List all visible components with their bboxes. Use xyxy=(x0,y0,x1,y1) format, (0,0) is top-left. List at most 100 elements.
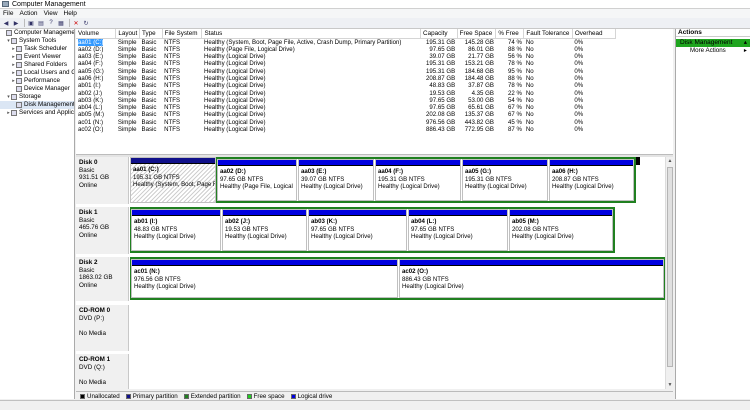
partition-block[interactable]: ab01 (I:) 48.83 GB NTFS Healthy (Logical D… xyxy=(131,209,221,251)
cell-text: 184.48 GB xyxy=(464,74,494,82)
partition-block[interactable]: ab05 (M:) 202.08 GB NTFS Healthy (Logical … xyxy=(509,209,613,251)
tree-item[interactable]: ▸ Performance xyxy=(0,77,74,85)
table-row[interactable]: aa05 (G:) Simple Basic NTFS Healthy (Logical… xyxy=(76,68,616,75)
partition-block[interactable]: aa02 (D:) 97.65 GB NTFS Healthy (Page File… xyxy=(217,159,297,201)
disk-map-scrollbar[interactable]: ▲ ▼ xyxy=(665,157,673,389)
table-row[interactable]: aa02 (D:) Simple Basic NTFS Healthy (Page Fi… xyxy=(76,46,616,53)
table-cell: Healthy (Logical Drive) xyxy=(202,68,421,75)
partition-block[interactable]: ab02 (J:) 19.53 GB NTFS Healthy (Logical D… xyxy=(222,209,307,251)
disk-info[interactable]: Disk 2 Basic 1863.02 GB Online xyxy=(76,257,129,301)
table-cell: Simple xyxy=(116,97,140,104)
scroll-thumb[interactable] xyxy=(667,167,673,367)
table-cell: 54 % xyxy=(496,97,524,104)
table-cell: 0% xyxy=(572,111,615,118)
partition-block[interactable]: aa04 (F:) 195.31 GB NTFS Healthy (Logical … xyxy=(375,159,461,201)
scroll-down-icon[interactable]: ▼ xyxy=(666,381,674,389)
table-row[interactable]: aa01 (C:) Simple Basic NTFS Healthy (System,… xyxy=(76,38,616,46)
table-row[interactable]: ab02 (J:) Simple Basic NTFS Healthy (Logical… xyxy=(76,90,616,97)
partition-block[interactable]: aa05 (G:) 195.31 GB NTFS Healthy (Logical … xyxy=(462,159,548,201)
table-cell: 53.00 GB xyxy=(457,97,496,104)
back-arrow-icon[interactable]: ◀ xyxy=(2,19,10,27)
table-row[interactable]: aa03 (E:) Simple Basic NTFS Healthy (Logical… xyxy=(76,53,616,60)
tree-item[interactable]: ▸ Services and Applic xyxy=(0,109,74,117)
table-cell: 886.43 GB xyxy=(421,126,458,133)
more-actions-item[interactable]: More Actions ▸ xyxy=(676,47,750,55)
table-row[interactable]: ab01 (I:) Simple Basic NTFS Healthy (Logical… xyxy=(76,82,616,89)
column-header[interactable]: Fault Tolerance xyxy=(523,29,573,39)
cell-text: 184.68 GB xyxy=(464,67,494,75)
table-row[interactable]: ab03 (K:) Simple Basic NTFS Healthy (Logical… xyxy=(76,97,616,104)
snap-in-icon[interactable]: ▦ xyxy=(57,19,65,27)
partition-block[interactable]: ac02 (O:) 886.43 GB NTFS Healthy (Logical … xyxy=(399,259,664,298)
disk-info[interactable]: Disk 0 Basic 931.51 GB Online xyxy=(76,157,129,204)
disk-row[interactable]: Disk 0 Basic 931.51 GB Online aa01 (C:) 195.3… xyxy=(76,157,665,204)
table-row[interactable]: ac01 (N:) Simple Basic NTFS Healthy (Logical… xyxy=(76,119,616,126)
column-header[interactable]: Layout xyxy=(115,29,141,39)
cell-text: ab05 (M:) xyxy=(78,111,105,119)
collapse-arrow-icon[interactable]: ▴ xyxy=(744,39,747,47)
disk-info[interactable]: CD-ROM 0 DVD (P:) No Media xyxy=(76,305,129,351)
table-row[interactable]: ab04 (L:) Simple Basic NTFS Healthy (Logical… xyxy=(76,104,616,111)
disk-row[interactable]: CD-ROM 0 DVD (P:) No Media xyxy=(76,305,665,351)
disk-row[interactable]: Disk 2 Basic 1863.02 GB Online ac01 (N:) 976.… xyxy=(76,257,665,301)
partition-block[interactable]: ac01 (N:) 976.56 GB NTFS Healthy (Logical … xyxy=(131,259,398,298)
partition-block[interactable]: aa06 (H:) 208.87 GB NTFS Healthy (Logical … xyxy=(549,159,634,201)
tree-item[interactable]: ▸ Event Viewer xyxy=(0,53,74,61)
table-row[interactable]: ac02 (O:) Simple Basic NTFS Healthy (Logical… xyxy=(76,126,616,133)
menu-bar: File Action View Help xyxy=(0,9,750,18)
tree-item[interactable]: Disk Management xyxy=(0,101,74,109)
unallocated-block[interactable] xyxy=(636,157,640,165)
partition-block[interactable]: ab03 (K:) 97.65 GB NTFS Healthy (Logical D… xyxy=(308,209,407,251)
menu-file[interactable]: File xyxy=(0,10,16,17)
column-header[interactable]: Overhead xyxy=(572,29,617,39)
help-icon[interactable]: ? xyxy=(47,19,55,27)
table-cell: 97.65 GB xyxy=(421,97,458,104)
menu-view[interactable]: View xyxy=(41,10,61,17)
properties-icon[interactable]: ▤ xyxy=(37,19,45,27)
column-header[interactable]: Capacity xyxy=(420,29,458,39)
table-cell: 0% xyxy=(572,82,615,89)
disk-row[interactable]: CD-ROM 1 DVD (Q:) No Media xyxy=(76,354,665,389)
up-folder-icon[interactable]: ▣ xyxy=(27,19,35,27)
table-cell: Healthy (System, Boot, Page File, Active… xyxy=(202,38,421,46)
disk-row[interactable]: Disk 1 Basic 465.76 GB Online ab01 (I:) 48.83… xyxy=(76,207,665,254)
table-cell: 19.53 GB xyxy=(421,90,458,97)
table-row[interactable]: aa06 (H:) Simple Basic NTFS Healthy (Logical… xyxy=(76,75,616,82)
partition-name: ac01 (N:) xyxy=(134,268,160,275)
tree-item[interactable]: Device Manager xyxy=(0,85,74,93)
table-cell: Simple xyxy=(116,119,140,126)
cell-text: No xyxy=(525,111,534,119)
scroll-up-icon[interactable]: ▲ xyxy=(666,157,674,165)
tree-item[interactable]: ▸ Shared Folders xyxy=(0,61,74,69)
table-row[interactable]: ab05 (M:) Simple Basic NTFS Healthy (Logical… xyxy=(76,111,616,118)
tree-item[interactable]: ▾ System Tools xyxy=(0,37,74,45)
column-header[interactable]: % Free xyxy=(495,29,525,39)
tree-item[interactable]: Computer Management xyxy=(0,29,74,37)
refresh-icon[interactable]: ↻ xyxy=(82,19,90,27)
column-header[interactable]: File System xyxy=(162,29,203,39)
legend-swatch xyxy=(80,393,85,399)
partition-block[interactable]: aa03 (E:) 39.07 GB NTFS Healthy (Logical D… xyxy=(298,159,374,201)
partition-block[interactable]: aa01 (C:) 195.31 GB NTFS Healthy (System, … xyxy=(130,157,216,203)
cell-text: NTFS xyxy=(164,96,181,104)
tree-item[interactable]: ▸ Local Users and G xyxy=(0,69,74,77)
tree-item[interactable]: ▾ Storage xyxy=(0,93,74,101)
column-header[interactable]: Free Space xyxy=(457,29,497,39)
table-row[interactable]: aa04 (F:) Simple Basic NTFS Healthy (Logical… xyxy=(76,60,616,67)
partition-size: 208.87 GB NTFS xyxy=(552,175,599,183)
menu-action[interactable]: Action xyxy=(16,10,40,17)
tree-item[interactable]: ▸ Task Scheduler xyxy=(0,45,74,53)
actions-section-disk-management[interactable]: Disk Management ▴ xyxy=(676,39,750,47)
delete-icon[interactable]: ✕ xyxy=(72,19,80,27)
column-header[interactable]: Status xyxy=(201,29,422,39)
partition-color-bar xyxy=(131,158,215,164)
cell-text: 135.37 GB xyxy=(464,111,494,119)
partition-block[interactable]: ab04 (L:) 97.65 GB NTFS Healthy (Logical D… xyxy=(408,209,508,251)
forward-arrow-icon[interactable]: ▶ xyxy=(12,19,20,27)
menu-help[interactable]: Help xyxy=(61,10,80,17)
partition-size: 97.65 GB NTFS xyxy=(220,175,264,183)
disk-info[interactable]: Disk 1 Basic 465.76 GB Online xyxy=(76,207,129,254)
disk-info[interactable]: CD-ROM 1 DVD (Q:) No Media xyxy=(76,354,129,389)
column-header[interactable]: Volume xyxy=(76,29,117,39)
column-header[interactable]: Type xyxy=(139,29,163,39)
